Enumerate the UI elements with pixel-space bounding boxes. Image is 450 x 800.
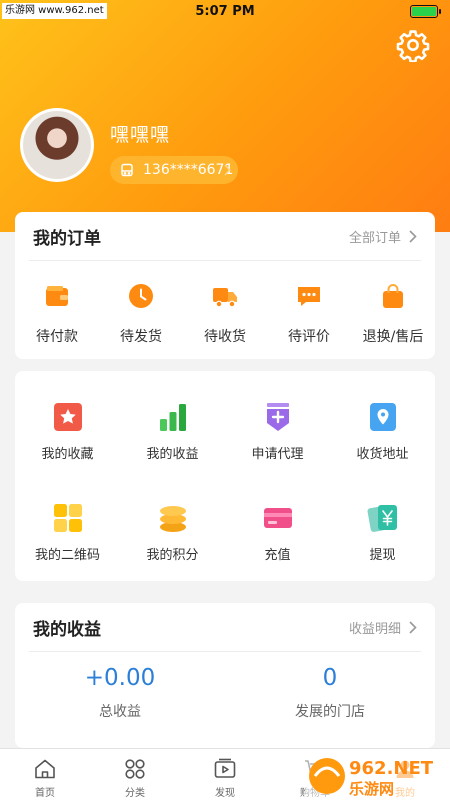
- tab-discover[interactable]: 发现: [180, 749, 270, 800]
- service-label: 申请代理: [251, 447, 304, 462]
- income-title: 我的收益: [33, 619, 101, 640]
- service-label: 充值: [264, 548, 291, 563]
- yen-icon: [367, 505, 397, 532]
- service-favorites[interactable]: 我的收藏: [15, 401, 120, 462]
- svg-text:乐游网: 乐游网: [349, 780, 394, 798]
- tab-label: 首页: [35, 788, 55, 799]
- wallet-icon: [46, 286, 68, 306]
- service-label: 我的二维码: [34, 548, 100, 563]
- service-address[interactable]: 收货地址: [330, 401, 435, 462]
- tab-label: 分类: [125, 788, 145, 799]
- tab-label: 发现: [215, 788, 235, 799]
- income-detail-link[interactable]: 收益明细: [349, 618, 417, 637]
- home-icon: [35, 759, 55, 779]
- chevron-right-icon: [409, 620, 417, 634]
- service-label: 收货地址: [356, 447, 409, 462]
- order-after-sales[interactable]: 退换/售后: [351, 282, 435, 352]
- order-item-label: 待收货: [204, 329, 246, 345]
- income-header: 我的收益 收益明细: [15, 603, 435, 651]
- service-apply-agent[interactable]: 申请代理: [225, 401, 330, 462]
- bag-icon: [383, 284, 403, 308]
- card-icon: [263, 508, 292, 528]
- 962-watermark-logo: 962.NET 乐游网: [305, 752, 450, 800]
- service-points[interactable]: 我的积分: [120, 502, 225, 563]
- total-income-label: 总收益: [99, 704, 141, 720]
- orders-header: 我的订单 全部订单: [15, 212, 435, 260]
- order-item-label: 待付款: [36, 329, 78, 345]
- service-label: 我的收益: [146, 447, 199, 462]
- order-pending-review[interactable]: 待评价: [267, 282, 351, 352]
- total-income-value: +0.00: [84, 665, 156, 691]
- order-item-label: 待评价: [288, 329, 330, 345]
- services-card: 我的收藏 我的收益 申请代理 收货地址 我的二维码 我的积分 充值 提现: [15, 371, 435, 581]
- status-bar: 乐游网 www.962.net 5:07 PM: [0, 0, 450, 24]
- coins-icon: [159, 506, 186, 532]
- battery-icon: [410, 5, 441, 18]
- order-pending-payment[interactable]: 待付款: [15, 282, 99, 352]
- income-card: 我的收益 收益明细 +0.00 总收益 0 发展的门店: [15, 603, 435, 748]
- qrcode-icon: [53, 504, 82, 532]
- bar-chart-icon: [159, 404, 186, 431]
- tab-category[interactable]: 分类: [90, 749, 180, 800]
- stores-label: 发展的门店: [295, 704, 365, 720]
- service-recharge[interactable]: 充值: [225, 502, 330, 563]
- phone-pill[interactable]: 136****6671: [110, 156, 238, 184]
- avatar-photo: [23, 111, 91, 179]
- service-earnings[interactable]: 我的收益: [120, 401, 225, 462]
- order-status-row: 待付款 待发货 待收货 待评价 退换/售后: [15, 282, 435, 352]
- all-orders-label: 全部订单: [348, 230, 401, 246]
- phone-icon: [121, 163, 133, 177]
- play-icon: [214, 758, 236, 778]
- income-detail-label: 收益明细: [348, 621, 401, 637]
- all-orders-link[interactable]: 全部订单: [349, 227, 417, 246]
- status-time: 5:07 PM: [195, 4, 255, 19]
- chevron-right-icon: [409, 229, 417, 243]
- chat-icon: [298, 287, 320, 306]
- username: 嘿嘿嘿: [110, 124, 171, 146]
- grid-icon: [125, 759, 145, 779]
- stores-stat[interactable]: 0 发展的门店: [225, 665, 435, 721]
- income-stats: +0.00 总收益 0 发展的门店: [15, 665, 435, 721]
- service-label: 我的收藏: [41, 447, 94, 462]
- clock-icon: [129, 284, 153, 308]
- stores-value: 0: [322, 665, 338, 691]
- divider: [29, 651, 421, 652]
- badge-plus-icon: [266, 403, 289, 431]
- location-icon: [369, 403, 396, 431]
- order-item-label: 待发货: [120, 329, 162, 345]
- order-item-label: 退换/售后: [362, 329, 424, 345]
- orders-card: 我的订单 全部订单 待付款 待发货 待收货 待评价 退换/售后: [15, 212, 435, 359]
- truck-icon: [213, 288, 237, 308]
- order-pending-shipment[interactable]: 待发货: [99, 282, 183, 352]
- order-pending-receipt[interactable]: 待收货: [183, 282, 267, 352]
- phone-number: 136****6671: [143, 162, 234, 178]
- star-icon: [53, 403, 82, 431]
- service-withdraw[interactable]: 提现: [330, 502, 435, 563]
- divider: [29, 260, 421, 261]
- profile-header: 乐游网 www.962.net 5:07 PM 嘿嘿嘿 136****6671: [0, 0, 450, 232]
- tab-home[interactable]: 首页: [0, 749, 90, 800]
- chevron-right-icon: [224, 164, 231, 176]
- service-label: 提现: [369, 548, 396, 563]
- svg-text:962.NET: 962.NET: [349, 758, 434, 779]
- service-label: 我的积分: [146, 548, 199, 563]
- settings-gear-icon[interactable]: [396, 28, 430, 62]
- services-grid: 我的收藏 我的收益 申请代理 收货地址 我的二维码 我的积分 充值 提现: [15, 401, 435, 563]
- avatar[interactable]: [20, 108, 94, 182]
- orders-title: 我的订单: [33, 228, 101, 249]
- total-income-stat[interactable]: +0.00 总收益: [15, 665, 225, 721]
- service-qrcode[interactable]: 我的二维码: [15, 502, 120, 563]
